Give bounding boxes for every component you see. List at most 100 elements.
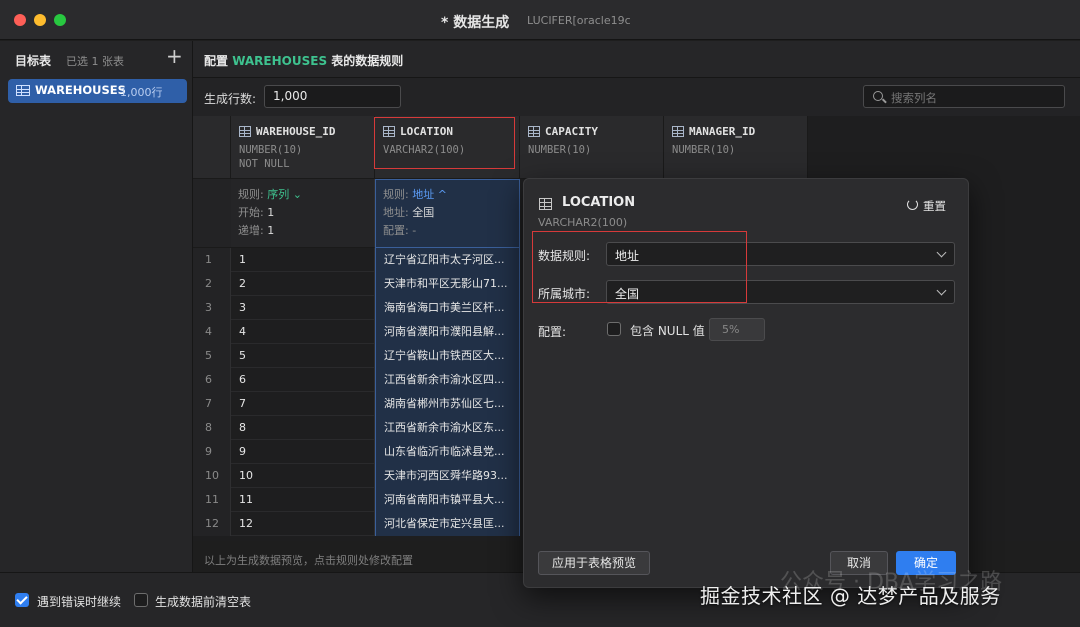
cell-idx: 11 (193, 488, 231, 512)
cell-idx: 4 (193, 320, 231, 344)
sidebar-item-rows: 1,000行 (120, 86, 163, 99)
cell-loc: 河南省南阳市镇平县大... (375, 488, 520, 512)
step-label: 递增: (238, 224, 264, 237)
column-config-dialog: LOCATION VARCHAR2(100) 重置 数据规则: 地址 所属城市:… (523, 178, 969, 588)
zoom-window-button[interactable] (54, 14, 66, 26)
watermark: 掘金技术社区 @ 达梦产品及服务 (700, 584, 1001, 608)
dialog-title: LOCATION (562, 195, 636, 210)
search-input[interactable]: 搜索列名 (863, 85, 1065, 108)
rule-line: 配置: - (383, 222, 416, 238)
rule-line: 地址: 全国 (383, 204, 434, 220)
cell-loc: 江西省新余市渝水区四... (375, 368, 520, 392)
cell-id: 8 (231, 416, 375, 440)
close-window-button[interactable] (14, 14, 26, 26)
table-row[interactable]: 1 1 辽宁省辽阳市太子河区... (193, 248, 520, 272)
rule-value: 地址 (412, 188, 435, 201)
cell-loc: 湖南省郴州市苏仙区七... (375, 392, 520, 416)
table-row[interactable]: 9 9 山东省临沂市临沭县党... (193, 440, 520, 464)
rule-cell-warehouse-id[interactable]: 规则: 序列 ⌄ 开始: 1 递增: 1 (231, 179, 375, 248)
reset-button[interactable]: 重置 (923, 198, 946, 214)
sidebar-item-warehouses[interactable]: WAREHOUSES 1,000行 (8, 79, 187, 103)
table-row[interactable]: 7 7 湖南省郴州市苏仙区七... (193, 392, 520, 416)
city-select[interactable]: 全国 (606, 280, 955, 304)
table-row[interactable]: 5 5 辽宁省鞍山市铁西区大... (193, 344, 520, 368)
chevron-up-icon: ^ (434, 188, 447, 201)
cell-idx: 7 (193, 392, 231, 416)
column-header-location[interactable]: LOCATION VARCHAR2(100) (375, 116, 520, 179)
continue-on-error-checkbox[interactable] (15, 593, 29, 607)
minimize-window-button[interactable] (34, 14, 46, 26)
table-row[interactable]: 10 10 天津市河西区舜华路93... (193, 464, 520, 488)
rule-line: 规则: 地址 ^ (383, 186, 447, 202)
rule-line: 递增: 1 (238, 222, 274, 238)
cell-idx: 5 (193, 344, 231, 368)
window-title: * 数据生成 (441, 15, 510, 31)
header-suffix: 表的数据规则 (327, 54, 404, 68)
cell-loc: 辽宁省辽阳市太子河区... (375, 248, 520, 272)
search-icon (873, 91, 883, 101)
chevron-down-icon: ⌄ (289, 188, 302, 201)
chevron-down-icon (936, 285, 947, 296)
cell-id: 4 (231, 320, 375, 344)
cell-loc: 天津市和平区无影山71... (375, 272, 520, 296)
rule-cell-location[interactable]: 规则: 地址 ^ 地址: 全国 配置: - (375, 179, 520, 248)
rule-select[interactable]: 地址 (606, 242, 955, 266)
cell-id: 3 (231, 296, 375, 320)
rows-input[interactable]: 1,000 (264, 85, 401, 108)
config-value: - (412, 224, 417, 237)
table-row[interactable]: 4 4 河南省濮阳市濮阳县解... (193, 320, 520, 344)
city-select-value: 全国 (615, 287, 640, 301)
column-icon (528, 126, 540, 137)
cell-id: 1 (231, 248, 375, 272)
step-value: 1 (267, 224, 275, 237)
null-percentage-input[interactable]: 5% (709, 318, 765, 341)
reset-icon[interactable] (907, 199, 918, 210)
config-label: 配置: (538, 325, 567, 339)
column-name: MANAGER_ID (689, 125, 756, 138)
rule-value: 序列 (267, 188, 290, 201)
table-row[interactable]: 11 11 河南省南阳市镇平县大... (193, 488, 520, 512)
column-name: CAPACITY (545, 125, 598, 138)
cell-loc: 江西省新余市渝水区东... (375, 416, 520, 440)
column-header-warehouse-id[interactable]: WAREHOUSE_ID NUMBER(10) NOT NULL (231, 116, 375, 179)
plus-icon[interactable]: + (166, 45, 183, 67)
title-bar: * 数据生成 LUCIFER[oracle19c (0, 0, 1080, 40)
clear-table-checkbox[interactable] (134, 593, 148, 607)
column-type: NUMBER(10) (528, 144, 592, 156)
column-icon (539, 198, 552, 210)
column-constraint: NOT NULL (239, 158, 290, 170)
rule-label: 规则: (238, 188, 264, 201)
cell-idx: 10 (193, 464, 231, 488)
rule-line: 规则: 序列 ⌄ (238, 186, 302, 202)
page-title: 配置 WAREHOUSES 表的数据规则 (204, 52, 403, 69)
table-row[interactable]: 8 8 江西省新余市渝水区东... (193, 416, 520, 440)
column-type: NUMBER(10) (239, 144, 303, 156)
region-value: 全国 (412, 206, 435, 219)
table-row[interactable]: 2 2 天津市和平区无影山71... (193, 272, 520, 296)
cell-loc: 辽宁省鞍山市铁西区大... (375, 344, 520, 368)
continue-on-error-label: 遇到错误时继续 (37, 595, 122, 609)
sidebar-title: 目标表 (15, 54, 52, 68)
sidebar-item-label: WAREHOUSES (35, 83, 126, 97)
table-row[interactable]: 12 12 河北省保定市定兴县匡... (193, 512, 520, 536)
rule-label: 规则: (383, 188, 409, 201)
rule-line: 开始: 1 (238, 204, 274, 220)
city-label: 所属城市: (538, 287, 591, 301)
chevron-down-icon (936, 247, 947, 258)
rule-row-index (193, 179, 231, 248)
column-header-capacity[interactable]: CAPACITY NUMBER(10) (520, 116, 664, 179)
include-null-checkbox[interactable] (607, 322, 621, 336)
apply-to-preview-button[interactable]: 应用于表格预览 (538, 551, 650, 575)
column-header-manager-id[interactable]: MANAGER_ID NUMBER(10) (664, 116, 808, 179)
cell-id: 2 (231, 272, 375, 296)
toolbar: 生成行数: 1,000 搜索列名 (193, 78, 1080, 116)
region-label: 地址: (383, 206, 409, 219)
cell-loc: 海南省海口市美兰区杆... (375, 296, 520, 320)
cell-idx: 12 (193, 512, 231, 536)
table-row[interactable]: 3 3 海南省海口市美兰区杆... (193, 296, 520, 320)
cell-loc: 天津市河西区舜华路93... (375, 464, 520, 488)
column-icon (239, 126, 251, 137)
rule-label: 数据规则: (538, 249, 591, 263)
table-row[interactable]: 6 6 江西省新余市渝水区四... (193, 368, 520, 392)
cell-id: 9 (231, 440, 375, 464)
